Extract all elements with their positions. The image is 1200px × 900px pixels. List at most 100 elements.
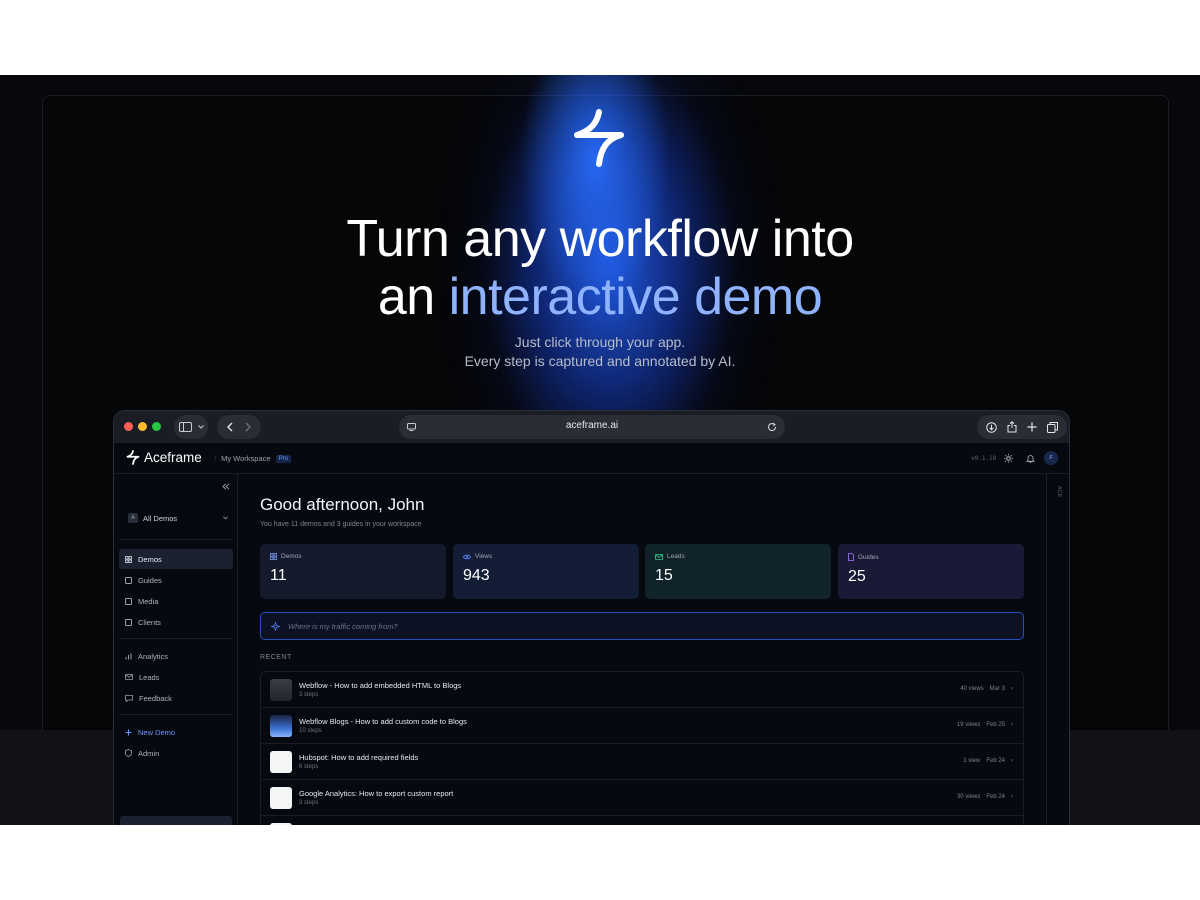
demo-title: Hubspot: How to add required fields xyxy=(299,753,419,762)
bar-chart-icon xyxy=(125,653,132,659)
demo-meta: 30 views Feb 24 › xyxy=(957,794,1013,800)
sidebar-item-guides[interactable]: Guides xyxy=(119,570,233,590)
hero-headline: Turn any workflow into an interactive de… xyxy=(0,210,1200,326)
sidebar-item-label: Demos xyxy=(138,554,162,564)
workspace-select[interactable]: A All Demos xyxy=(128,512,228,524)
nav-buttons xyxy=(217,415,261,439)
list-item[interactable]: Hubspot: How to add required fields 6 st… xyxy=(261,744,1023,780)
sidebar-item-analytics[interactable]: Analytics xyxy=(119,646,233,666)
subtitle-line-1: Just click through your app. xyxy=(514,334,686,350)
stat-card-demos[interactable]: Demos 11 xyxy=(260,544,446,599)
stat-value: 943 xyxy=(463,567,490,584)
image-icon xyxy=(125,597,132,605)
minimize-window-button[interactable] xyxy=(138,422,147,431)
demo-steps: 6 steps xyxy=(299,764,319,770)
sidebar-item-label: Guides xyxy=(138,575,162,585)
demo-title: Webflow - How to add embedded HTML to Bl… xyxy=(299,681,462,690)
download-icon[interactable] xyxy=(986,421,997,433)
right-rail: ACE xyxy=(1046,474,1069,825)
sidebar-footer-card[interactable] xyxy=(120,816,232,825)
list-item[interactable] xyxy=(261,816,1023,825)
ai-ask-placeholder: Where is my traffic coming from? xyxy=(288,621,398,631)
subtitle-line-2: Every step is captured and annotated by … xyxy=(464,353,736,369)
collapse-sidebar-icon[interactable] xyxy=(222,483,230,490)
sidebar-item-label: Admin xyxy=(138,748,160,758)
breadcrumb-separator: / xyxy=(214,454,217,463)
app-brand[interactable]: Aceframe xyxy=(126,450,202,465)
demo-title: Google Analytics: How to export custom r… xyxy=(299,789,454,798)
stat-card-guides[interactable]: Guides 25 xyxy=(838,544,1024,599)
aceframe-app: Aceframe / My Workspace Pro v0.1.18 F A … xyxy=(114,443,1069,825)
grid-icon xyxy=(270,553,277,560)
bell-icon[interactable] xyxy=(1026,454,1035,463)
sidebar-icon xyxy=(178,422,192,432)
forward-icon[interactable] xyxy=(245,422,251,432)
chevron-right-icon: › xyxy=(1011,722,1013,728)
aceframe-logo-icon xyxy=(574,109,624,167)
avatar-initial: F xyxy=(1049,455,1053,461)
demo-date: Mar 3 xyxy=(989,686,1005,692)
sidebar-item-admin[interactable]: Admin xyxy=(119,743,233,763)
version-label: v0.1.18 xyxy=(971,455,997,462)
demo-meta: 1 view Feb 24 › xyxy=(963,758,1013,764)
browser-actions xyxy=(977,415,1067,439)
headline-line-1: Turn any workflow into xyxy=(346,210,854,268)
headline-line-2: an interactive demo xyxy=(0,268,1200,326)
sidebar-item-new-demo[interactable]: New Demo xyxy=(119,722,233,742)
tabs-overview-icon[interactable] xyxy=(1047,421,1058,433)
share-icon[interactable] xyxy=(1007,421,1017,433)
stat-label: Views xyxy=(475,553,493,560)
sidebar-item-label: New Demo xyxy=(138,727,176,737)
reload-icon[interactable] xyxy=(767,422,777,432)
sidebar-item-leads[interactable]: Leads xyxy=(119,667,233,687)
stat-label: Demos xyxy=(281,553,302,560)
recent-heading: RECENT xyxy=(260,654,292,661)
ai-ask-input[interactable]: Where is my traffic coming from? xyxy=(260,612,1024,640)
demo-meta: 19 views Feb 25 › xyxy=(957,722,1013,728)
sidebar-item-label: Analytics xyxy=(138,651,169,661)
address-bar[interactable]: aceframe.ai xyxy=(399,415,785,439)
demo-title: Webflow Blogs - How to add custom code t… xyxy=(299,717,467,726)
demo-date: Feb 25 xyxy=(986,722,1005,728)
aceframe-logo-small-icon xyxy=(126,450,140,465)
browser-window: aceframe.ai Aceframe / My Workspace Pro … xyxy=(113,410,1070,825)
demo-steps: 3 steps xyxy=(299,800,319,806)
sidebar-toggle-button[interactable] xyxy=(174,415,208,439)
page-subtitle: You have 11 demos and 3 guides in your w… xyxy=(260,521,422,528)
sidebar-divider xyxy=(119,539,233,540)
plan-badge: Pro xyxy=(275,454,291,463)
avatar[interactable]: F xyxy=(1044,451,1058,465)
demo-views: 19 views xyxy=(956,722,981,728)
stat-card-views[interactable]: Views 943 xyxy=(453,544,639,599)
list-item[interactable]: Webflow Blogs - How to add custom code t… xyxy=(261,708,1023,744)
sun-icon[interactable] xyxy=(1004,454,1013,463)
stat-card-leads[interactable]: Leads 15 xyxy=(645,544,831,599)
back-icon[interactable] xyxy=(227,422,233,432)
sidebar-item-media[interactable]: Media xyxy=(119,591,233,611)
list-item[interactable]: Webflow - How to add embedded HTML to Bl… xyxy=(261,672,1023,708)
stat-value: 15 xyxy=(655,567,673,584)
workspace-name[interactable]: My Workspace xyxy=(221,454,270,463)
dashboard-main: Good afternoon, John You have 11 demos a… xyxy=(239,474,1046,825)
sidebar-item-demos[interactable]: Demos xyxy=(119,549,233,569)
stat-value: 25 xyxy=(848,568,866,585)
demo-thumbnail xyxy=(270,679,292,701)
list-item[interactable]: Google Analytics: How to export custom r… xyxy=(261,780,1023,816)
sidebar-item-feedback[interactable]: Feedback xyxy=(119,688,233,708)
brand-name: Aceframe xyxy=(144,450,202,465)
maximize-window-button[interactable] xyxy=(152,422,161,431)
demo-thumbnail xyxy=(270,823,292,825)
mail-icon xyxy=(125,674,133,680)
chevron-down-icon xyxy=(223,516,228,520)
headline-prefix: an xyxy=(377,268,449,326)
browser-titlebar: aceframe.ai xyxy=(114,411,1069,443)
close-window-button[interactable] xyxy=(124,422,133,431)
demo-date: Feb 24 xyxy=(986,794,1005,800)
sidebar-item-clients[interactable]: Clients xyxy=(119,612,233,632)
demo-views: 1 view xyxy=(963,758,981,764)
demo-meta: 40 views Mar 3 › xyxy=(960,686,1013,692)
new-tab-icon[interactable] xyxy=(1027,422,1037,432)
sidebar-item-label: Feedback xyxy=(139,693,172,703)
grid-icon xyxy=(125,555,132,563)
rail-label[interactable]: ACE xyxy=(1056,486,1062,497)
